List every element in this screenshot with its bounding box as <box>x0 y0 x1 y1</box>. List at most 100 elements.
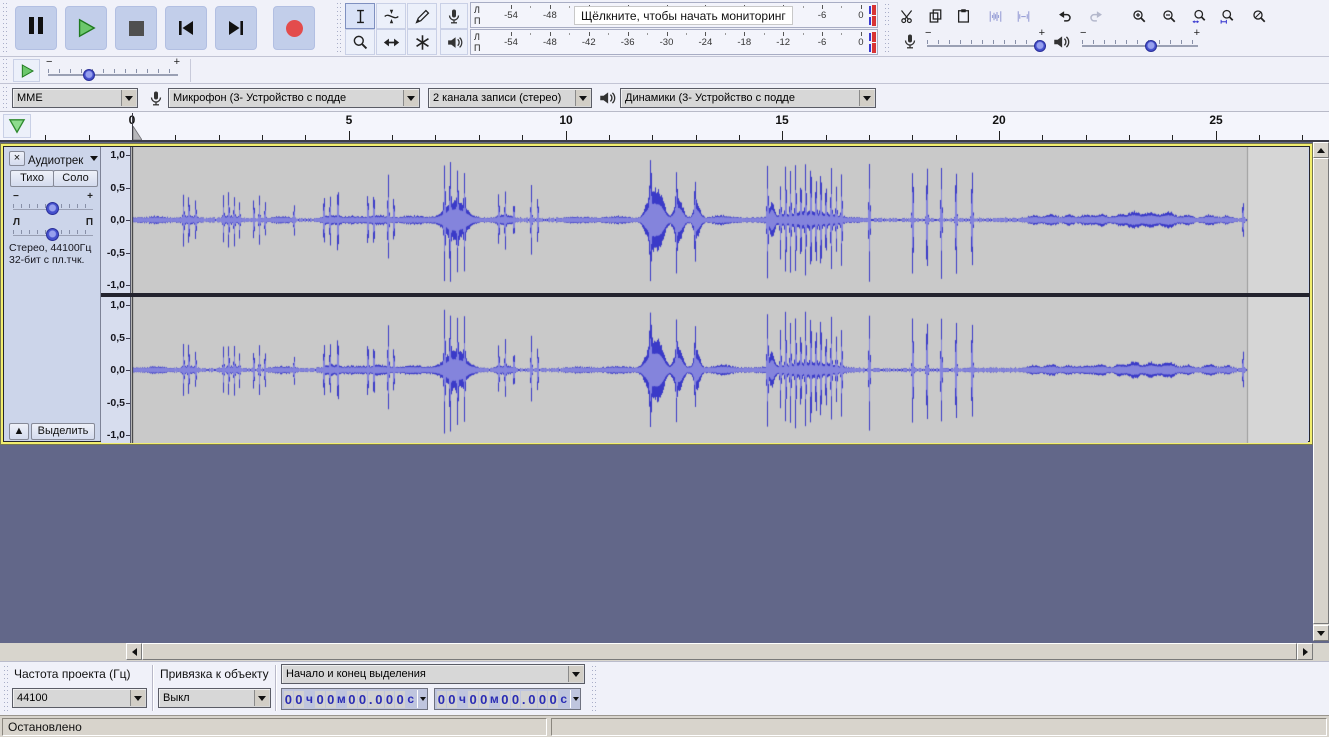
record-button[interactable] <box>273 6 315 50</box>
skip-to-start-button[interactable] <box>165 6 207 50</box>
track-collapse-button[interactable]: ▲ <box>9 423 29 440</box>
silence-audio-button[interactable] <box>1010 4 1037 28</box>
fit-project-button[interactable] <box>1214 4 1241 28</box>
playback-device-dropdown[interactable]: Динамики (3- Устройство с подде <box>620 88 876 108</box>
play-button[interactable] <box>65 6 107 50</box>
project-rate-dropdown[interactable]: 44100 <box>12 688 147 708</box>
time-digit[interactable]: 0 <box>447 690 457 708</box>
timeline-ruler[interactable]: 0510152025 <box>0 112 1329 142</box>
waveform-channel-1[interactable] <box>131 147 1308 293</box>
playback-meter[interactable]: Л П -54 -48 -42 -36 -30 -24 -18 -12 -6 0 <box>470 29 878 55</box>
time-digit[interactable]: 0 <box>283 690 294 708</box>
track-menu-dropdown[interactable]: Аудиотрек <box>28 151 98 167</box>
vertical-scale-channel-1[interactable]: 1,0 0,5 0,0 -0,5 -1,0 <box>101 147 131 293</box>
time-digit[interactable]: 0 <box>500 690 510 708</box>
tools-toolbar-grip[interactable] <box>336 3 342 53</box>
edit-toolbar-grip[interactable] <box>884 4 890 27</box>
time-format-dropdown-arrow[interactable] <box>416 690 426 708</box>
time-digit[interactable]: . <box>367 690 374 708</box>
track-close-button[interactable]: × <box>9 151 25 166</box>
track-select-button[interactable]: Выделить <box>31 423 95 440</box>
time-digit[interactable]: 0 <box>325 690 336 708</box>
playback-meter-speaker-button[interactable] <box>440 29 468 55</box>
device-toolbar-grip[interactable] <box>2 87 8 109</box>
time-digit[interactable]: 0 <box>315 690 325 708</box>
time-digit[interactable]: 0 <box>478 690 489 708</box>
envelope-tool-button[interactable] <box>376 3 406 29</box>
time-digit[interactable]: 0 <box>510 690 521 708</box>
scroll-right-button[interactable] <box>1297 643 1313 660</box>
playhead-marker-icon[interactable] <box>133 126 142 140</box>
play-at-speed-button[interactable] <box>13 59 40 82</box>
redo-button[interactable] <box>1082 4 1109 28</box>
trim-audio-button[interactable] <box>982 4 1009 28</box>
time-digit[interactable]: 0 <box>395 690 405 708</box>
vertical-scrollbar-thumb[interactable] <box>1313 158 1329 624</box>
scroll-left-button[interactable] <box>126 643 142 660</box>
recording-volume-slider[interactable]: − + <box>925 27 1047 55</box>
selection-end-field[interactable]: 00ч00м00.000с <box>434 688 581 710</box>
audio-host-dropdown[interactable]: MME <box>12 88 138 108</box>
time-digit[interactable]: 0 <box>374 690 384 708</box>
vertical-scrollbar[interactable] <box>1313 142 1329 641</box>
zoom-tool-button[interactable] <box>345 29 375 55</box>
time-digit[interactable]: 0 <box>436 690 447 708</box>
selection-tool-button[interactable] <box>345 3 375 29</box>
dropdown-arrow-icon[interactable] <box>130 690 145 706</box>
track-area[interactable]: × Аудиотрек Тихо Соло − + Л П Стерео, 44… <box>0 142 1329 643</box>
recording-device-dropdown[interactable]: Микрофон (3- Устройство с подде <box>168 88 420 108</box>
waveform-channel-2[interactable] <box>131 297 1308 443</box>
time-format-dropdown-arrow[interactable] <box>569 690 579 708</box>
play-speed-thumb[interactable] <box>83 69 96 81</box>
pause-button[interactable] <box>15 6 57 50</box>
dropdown-arrow-icon[interactable] <box>403 90 418 106</box>
solo-button[interactable]: Соло <box>53 170 98 187</box>
playback-volume-thumb[interactable] <box>1145 40 1157 52</box>
audio-track[interactable]: × Аудиотрек Тихо Соло − + Л П Стерео, 44… <box>0 143 1313 445</box>
stop-button[interactable] <box>115 6 157 50</box>
scroll-up-button[interactable] <box>1313 142 1329 158</box>
time-digit[interactable]: 0 <box>527 690 537 708</box>
dropdown-arrow-icon[interactable] <box>568 666 583 682</box>
undo-button[interactable] <box>1052 4 1079 28</box>
zoom-toggle-button[interactable] <box>1246 4 1273 28</box>
recording-volume-thumb[interactable] <box>1034 40 1047 52</box>
record-meter-mic-button[interactable] <box>440 3 468 29</box>
snap-to-dropdown[interactable]: Выкл <box>158 688 271 708</box>
time-digit[interactable]: 0 <box>294 690 304 708</box>
time-digit[interactable]: . <box>520 690 527 708</box>
cut-button[interactable] <box>894 4 921 28</box>
horizontal-scrollbar[interactable] <box>126 643 1313 660</box>
track-control-panel[interactable]: × Аудиотрек Тихо Соло − + Л П Стерео, 44… <box>4 147 101 441</box>
selection-mode-dropdown[interactable]: Начало и конец выделения <box>281 664 585 684</box>
skip-to-end-button[interactable] <box>215 6 257 50</box>
track-gain-slider[interactable]: − + <box>11 191 95 217</box>
recording-channels-dropdown[interactable]: 2 канала записи (стерео) <box>428 88 592 108</box>
dropdown-arrow-icon[interactable] <box>254 690 269 706</box>
draw-tool-button[interactable] <box>407 3 437 29</box>
time-digit[interactable]: 0 <box>384 690 395 708</box>
vertical-scale-channel-2[interactable]: 1,0 0,5 0,0 -0,5 -1,0 <box>101 297 131 443</box>
time-digit[interactable]: 0 <box>347 690 357 708</box>
horizontal-scrollbar-thumb[interactable] <box>142 643 1297 660</box>
paste-button[interactable] <box>950 4 977 28</box>
zoom-out-button[interactable] <box>1156 4 1183 28</box>
zoom-in-button[interactable] <box>1126 4 1153 28</box>
scroll-down-button[interactable] <box>1313 625 1329 641</box>
time-digit[interactable]: 0 <box>468 690 478 708</box>
dropdown-arrow-icon[interactable] <box>575 90 590 106</box>
multi-tool-button[interactable] <box>407 29 437 55</box>
fit-selection-button[interactable] <box>1186 4 1213 28</box>
mute-button[interactable]: Тихо <box>10 170 54 187</box>
play-at-speed-grip[interactable] <box>2 59 8 82</box>
mixer-toolbar-grip[interactable] <box>884 31 890 54</box>
monitoring-tooltip[interactable]: Щёлкните, чтобы начать мониторинг <box>574 6 793 25</box>
time-digit[interactable]: 0 <box>537 690 548 708</box>
transport-toolbar-grip[interactable] <box>2 3 8 53</box>
time-digit[interactable]: 0 <box>548 690 558 708</box>
time-digit[interactable]: 0 <box>357 690 368 708</box>
time-shift-tool-button[interactable] <box>376 29 406 55</box>
dropdown-arrow-icon[interactable] <box>859 90 874 106</box>
recording-meter[interactable]: Л П -54-48-42-36-30-24-18-12-60Щёлкните,… <box>470 2 878 28</box>
dropdown-arrow-icon[interactable] <box>121 90 136 106</box>
